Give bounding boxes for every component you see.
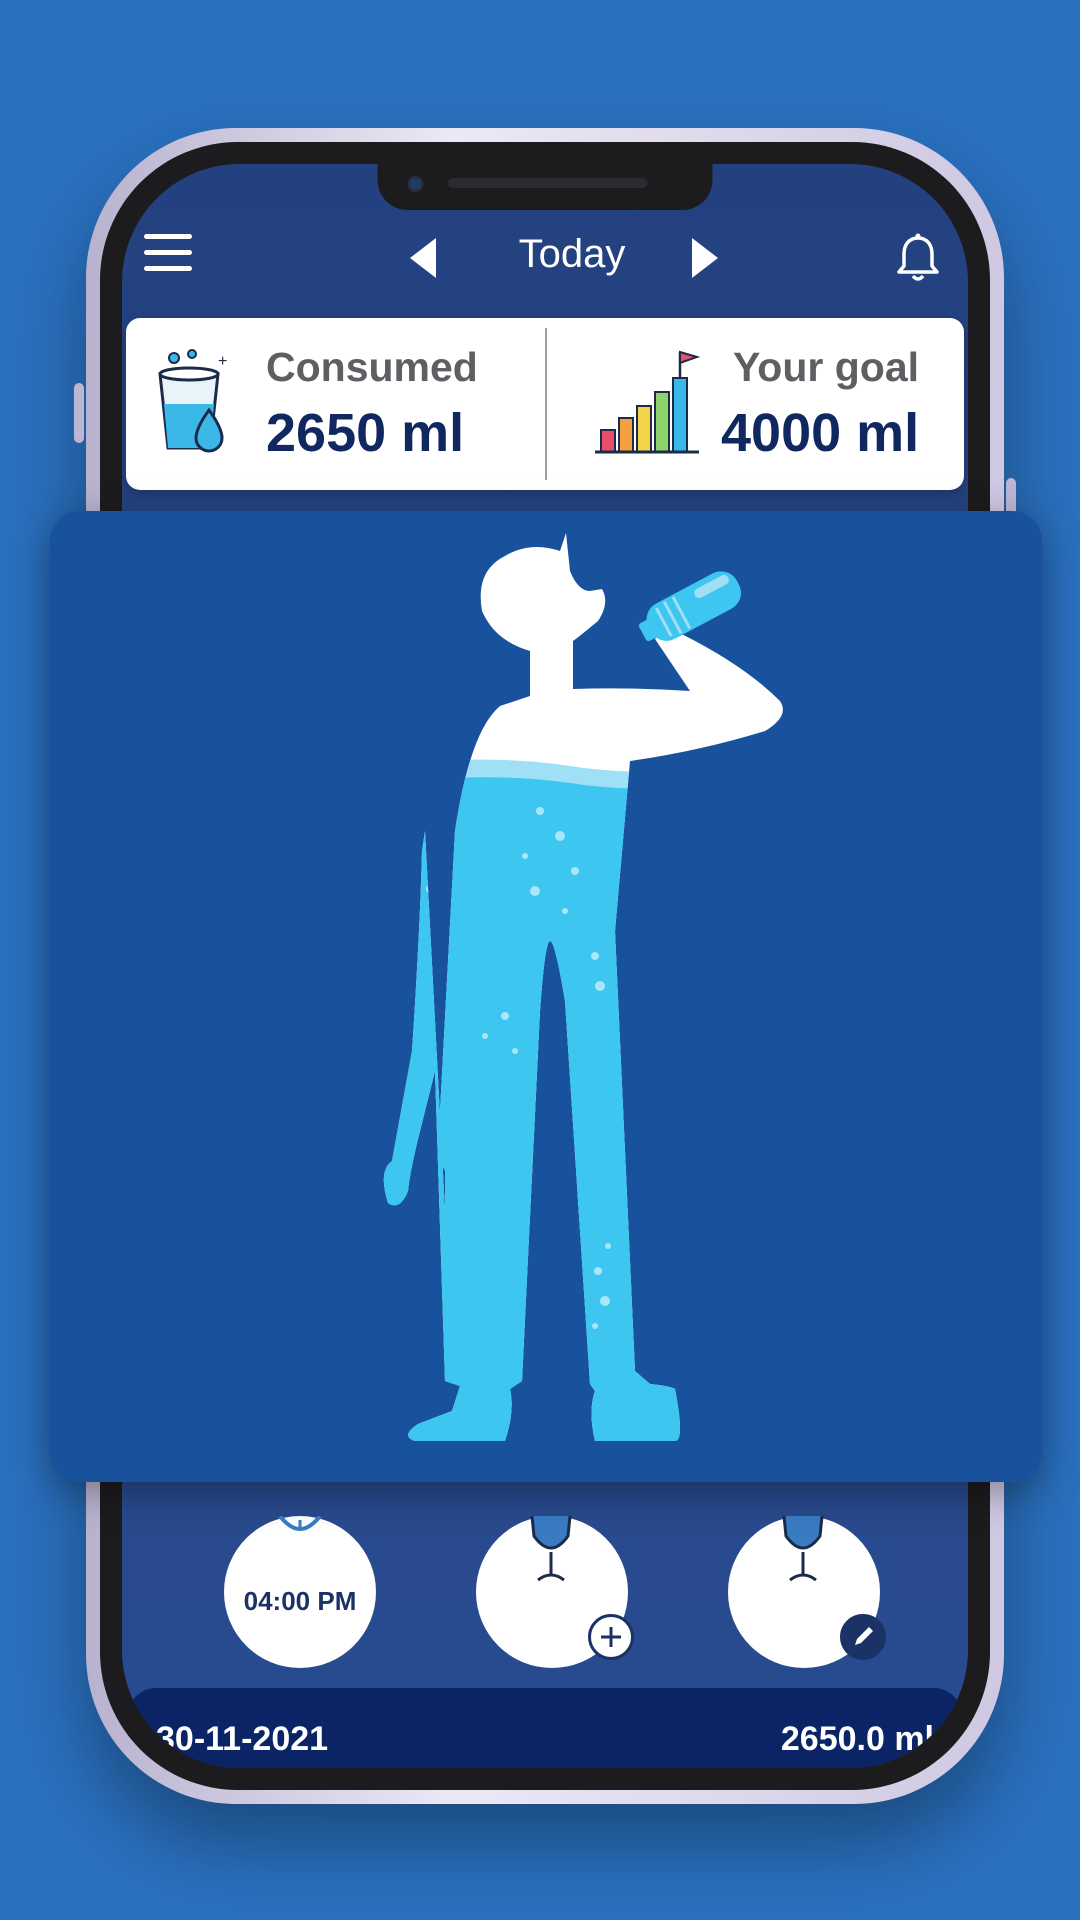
bell-icon[interactable] [894, 232, 942, 284]
footer-total: 2650.0 ml [780, 1720, 934, 1758]
goal-stat[interactable]: Your goal 4000 ml [545, 318, 964, 490]
footer-date: 30-11-2021 [156, 1720, 329, 1758]
phone-notch [377, 164, 713, 210]
consumed-label: Consumed [266, 344, 478, 390]
pencil-icon[interactable] [840, 1614, 886, 1660]
goal-label: Your goal [733, 344, 920, 390]
consumed-stat[interactable]: + Consumed 2650 ml [126, 318, 545, 490]
man-drinking-water-icon [383, 533, 783, 1441]
day-title: Today [518, 232, 626, 276]
edit-drink-button[interactable] [728, 1516, 886, 1668]
svg-text:+: + [218, 353, 227, 370]
hamburger-menu-icon[interactable] [144, 234, 192, 274]
reminder-time-label: 04:00 PM [243, 1586, 357, 1616]
speaker-grille [447, 178, 648, 188]
goal-chart-icon [595, 350, 701, 454]
water-glass-icon: + [158, 349, 227, 453]
top-bar: Today [122, 214, 968, 294]
goal-value: 4000 ml [721, 403, 920, 463]
add-drink-button[interactable] [476, 1516, 634, 1668]
water-bottle-icon [638, 571, 741, 642]
next-day-arrow-icon[interactable] [692, 238, 718, 278]
consumed-value: 2650 ml [266, 403, 465, 463]
stats-card: + Consumed 2650 ml Your goal 4000 ml [126, 318, 964, 490]
previous-day-arrow-icon[interactable] [410, 238, 436, 278]
history-footer[interactable]: 30-11-2021 2650.0 ml [128, 1688, 962, 1768]
wine-glass-icon [782, 1516, 824, 1582]
camera-icon [407, 176, 424, 192]
phone-side-button [74, 383, 84, 443]
wine-glass-icon [530, 1516, 572, 1582]
illustration-panel [50, 511, 1042, 1482]
alarm-clock-icon [278, 1516, 322, 1531]
reminder-time-button[interactable]: 04:00 PM [224, 1516, 376, 1668]
plus-icon[interactable] [588, 1614, 634, 1660]
